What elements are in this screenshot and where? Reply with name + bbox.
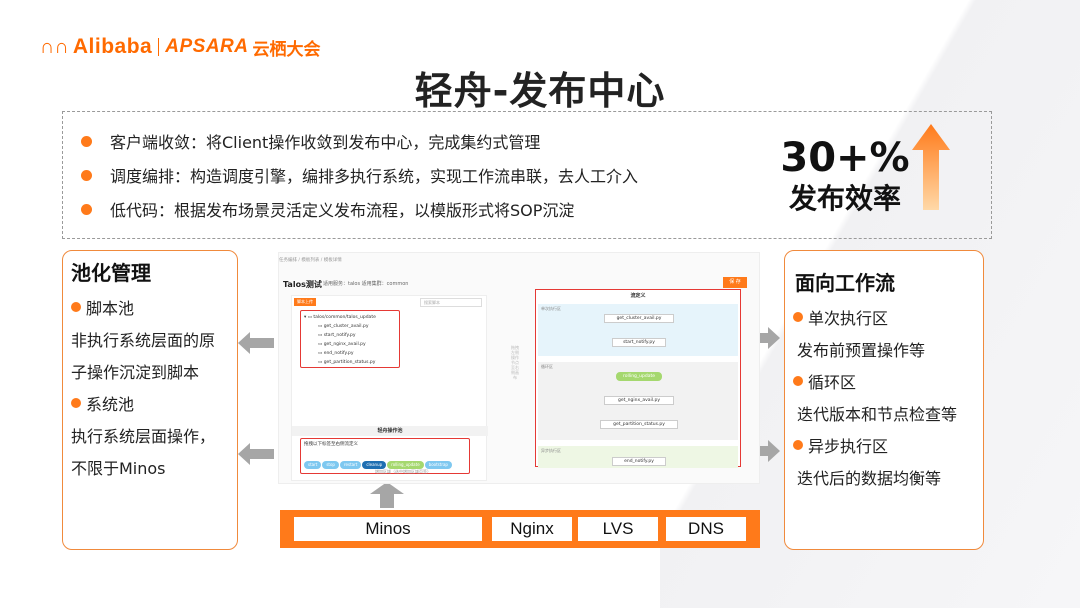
system-nginx: Nginx xyxy=(492,517,572,541)
flow-node[interactable]: get_cluster_avail.py xyxy=(604,314,674,323)
file-item[interactable]: ▭ get_nginx_avail.py xyxy=(304,340,396,349)
operation-chip[interactable]: rolling_update xyxy=(387,461,424,469)
bullet-dot-icon xyxy=(71,398,81,408)
metric-value: 30+% xyxy=(780,135,910,181)
efficiency-metric: 30+% 发布效率 xyxy=(780,136,910,218)
drag-hint: 拖拽左侧操作节点至右侧画布 xyxy=(511,345,519,380)
bullet-dot-icon xyxy=(71,302,81,312)
bullet-dot-icon xyxy=(81,169,92,181)
apsara-wordmark: APSARA xyxy=(165,36,249,57)
bullet-dot-icon xyxy=(793,312,803,322)
page-title: 轻舟-发布中心 xyxy=(414,69,666,113)
operation-chips: start stop restart cleanup rolling_update boo… xyxy=(304,451,468,471)
zone-label: 循环区 xyxy=(541,364,553,369)
single-execution-zone: 单次执行区 get_cluster_avail.py start_notify.… xyxy=(538,304,738,356)
summary-text: 低代码：根据发布场景灵活定义发布流程，以模版形式将SOP沉淀 xyxy=(110,201,575,220)
operation-pool-hint: 拖拽以下标签至右侧流定义 xyxy=(304,442,358,447)
file-item[interactable]: ▭ get_partition_status.py xyxy=(304,358,396,367)
single-zone-desc: 发布前预置操作等 xyxy=(797,341,926,360)
operation-pool-title: 轻舟操作池 xyxy=(292,426,488,436)
alibaba-apsara-logo: ∩∩ Alibaba APSARA 云栖大会 xyxy=(40,35,321,60)
event-name: 云栖大会 xyxy=(252,39,321,60)
script-panel: 脚本上传 搜索脚本 ▾ ▭ talos/common/talos_update … xyxy=(291,295,488,481)
summary-item: 调度编排：构造调度引擎，编排多执行系统，实现工作流串联，去人工介入 xyxy=(81,158,638,192)
operation-chip[interactable]: cleanup xyxy=(362,461,387,469)
file-item[interactable]: ▭ end_notify.py xyxy=(304,349,396,358)
workflow-box: 面向工作流 单次执行区 发布前预置操作等 循环区 迭代版本和节点检查等 异步执行… xyxy=(784,250,984,550)
script-upload-tab[interactable]: 脚本上传 xyxy=(294,298,316,306)
save-button[interactable]: 保 存 xyxy=(723,277,747,288)
bullet-dot-icon xyxy=(81,135,92,147)
release-center-screenshot: 任务编排 / 模板列表 / 模板详情 Talos测试 适用服务：talos 适用… xyxy=(278,252,760,484)
async-execution-zone: 异步执行区 end_notify.py xyxy=(538,446,738,468)
execution-systems-bar: Minos Nginx LVS DNS xyxy=(280,510,760,548)
script-search-input[interactable]: 搜索脚本 xyxy=(420,298,482,307)
async-zone-desc: 迭代后的数据均衡等 xyxy=(797,469,942,488)
workflow-title: 面向工作流 xyxy=(795,271,895,295)
script-pool-desc: 子操作沉淀到脚本 xyxy=(71,363,200,382)
file-item[interactable]: ▭ start_notify.py xyxy=(304,331,396,340)
zone-label: 异步执行区 xyxy=(541,448,561,453)
flow-node[interactable]: rolling_update xyxy=(616,372,662,381)
alibaba-wordmark: Alibaba xyxy=(72,35,153,58)
bullet-dot-icon xyxy=(81,203,92,215)
file-item[interactable]: ▭ get_cluster_avail.py xyxy=(304,322,396,331)
loop-zone: 循环区 rolling_update get_nginx_avail.py ge… xyxy=(538,362,738,440)
flow-node[interactable]: get_nginx_avail.py xyxy=(604,396,674,405)
operation-chip[interactable]: bootstrap xyxy=(424,461,452,469)
summary-text: 客户端收敛：将Client操作收敛到发布中心，完成集约式管理 xyxy=(110,133,541,152)
folder-item[interactable]: ▾ ▭ talos/common/talos_update xyxy=(304,313,396,322)
alibaba-logo-icon: ∩∩ xyxy=(40,35,69,58)
flow-node[interactable]: end_notify.py xyxy=(612,457,666,466)
loop-zone-heading: 循环区 xyxy=(793,369,856,393)
loop-zone-desc: 迭代版本和节点检查等 xyxy=(797,405,958,424)
system-pool-desc: 执行系统层面操作， xyxy=(71,427,216,446)
system-dns: DNS xyxy=(666,517,746,541)
summary-text: 调度编排：构造调度引擎，编排多执行系统，实现工作流串联，去人工介入 xyxy=(110,167,639,186)
script-pool-heading: 脚本池 xyxy=(71,295,134,319)
zone-label: 单次执行区 xyxy=(541,306,561,311)
operation-chip[interactable]: stop xyxy=(322,461,339,469)
logo-divider xyxy=(158,38,160,56)
pool-management-box: 池化管理 脚本池 非执行系统层面的原 子操作沉淀到脚本 系统池 执行系统层面操作… xyxy=(62,250,238,550)
template-title: Talos测试 xyxy=(283,280,322,289)
flow-definition-panel: 流定义 单次执行区 get_cluster_avail.py start_not… xyxy=(535,289,741,468)
system-pool-desc: 不限于Minos xyxy=(71,459,166,478)
flow-definition-title: 流定义 xyxy=(630,293,646,299)
up-arrow-icon xyxy=(912,124,950,210)
template-subtitle: 适用服务：talos 适用集群：common xyxy=(323,281,409,287)
up-gray-arrow-icon xyxy=(370,482,404,508)
pool-management-title: 池化管理 xyxy=(71,261,151,285)
async-zone-heading: 异步执行区 xyxy=(793,433,888,457)
left-arrow-icon xyxy=(238,332,274,354)
operation-chip[interactable]: restart xyxy=(339,461,362,469)
summary-item: 客户端收敛：将Client操作收敛到发布中心，完成集约式管理 xyxy=(81,124,638,158)
operation-chip[interactable]: start xyxy=(304,461,322,469)
summary-list: 客户端收敛：将Client操作收敛到发布中心，完成集约式管理 调度编排：构造调度… xyxy=(81,124,638,226)
system-pool-heading: 系统池 xyxy=(71,391,134,415)
flow-node[interactable]: get_partition_status.py xyxy=(600,420,678,429)
system-lvs: LVS xyxy=(578,517,658,541)
left-arrow-icon xyxy=(238,443,274,465)
bullet-dot-icon xyxy=(793,376,803,386)
system-minos: Minos xyxy=(294,517,482,541)
single-zone-heading: 单次执行区 xyxy=(793,305,888,329)
summary-item: 低代码：根据发布场景灵活定义发布流程，以模版形式将SOP沉淀 xyxy=(81,192,638,226)
script-file-tree: ▾ ▭ talos/common/talos_update ▭ get_clus… xyxy=(300,310,400,368)
add-zone-link[interactable]: 增加区域（选中增加区域页签） xyxy=(375,469,431,475)
metric-label: 发布效率 xyxy=(788,182,901,215)
bullet-dot-icon xyxy=(793,440,803,450)
breadcrumb: 任务编排 / 模板列表 / 模板详情 xyxy=(279,258,342,263)
flow-node[interactable]: start_notify.py xyxy=(612,338,666,347)
script-pool-desc: 非执行系统层面的原 xyxy=(71,331,216,350)
